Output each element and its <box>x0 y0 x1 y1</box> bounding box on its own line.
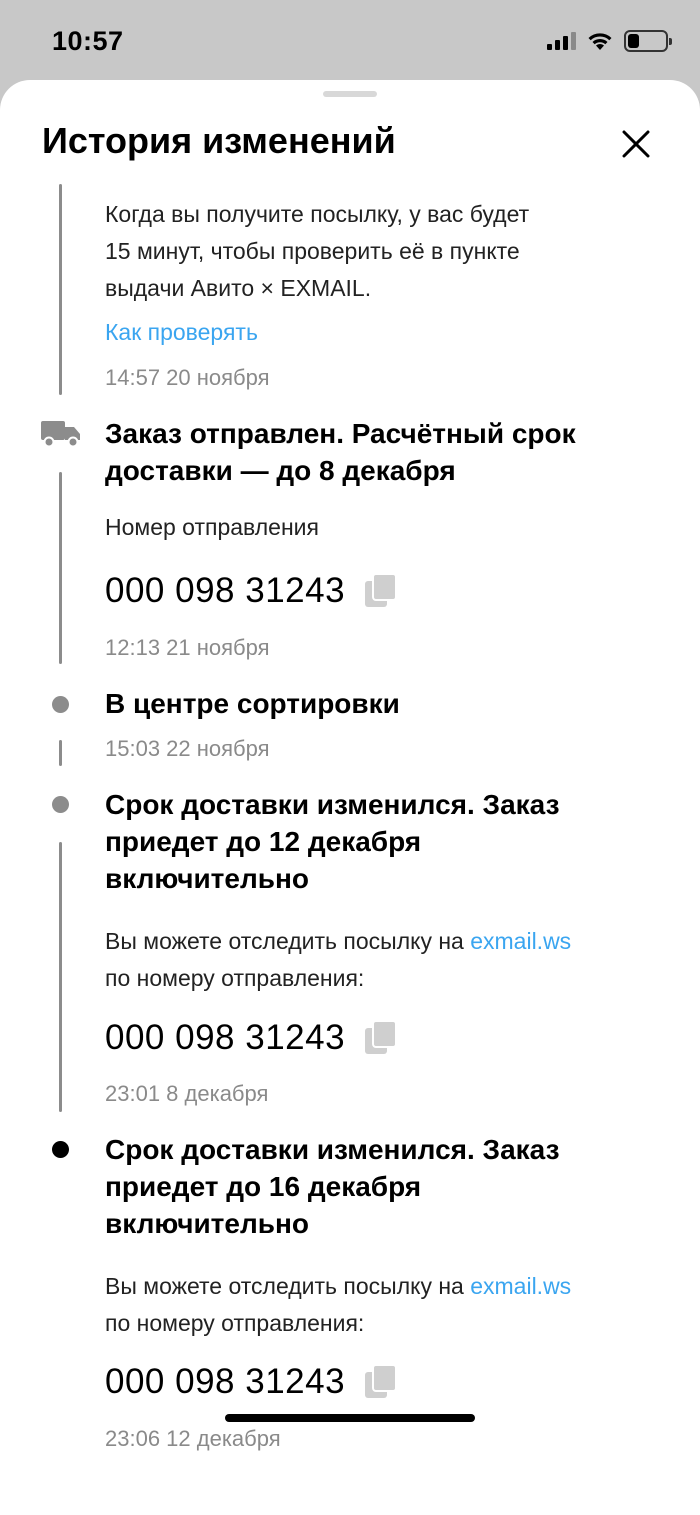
tracking-row: 000 098 31243 <box>105 1362 398 1402</box>
event-time: 23:01 8 декабря <box>105 1081 269 1106</box>
event-time: 14:57 20 ноября <box>105 365 270 390</box>
event-title: Заказ отправлен. Расчётный срок доставки… <box>105 418 576 486</box>
timeline-dot-active <box>52 1141 69 1158</box>
tracking-number: 000 098 31243 <box>105 1018 346 1057</box>
battery-icon <box>624 30 672 52</box>
home-indicator[interactable] <box>225 1414 475 1422</box>
timeline: Когда вы получите посылку, у вас будет 1… <box>0 80 700 1515</box>
timeline-rail <box>59 740 62 766</box>
copy-icon[interactable] <box>365 1365 398 1399</box>
history-sheet: История изменений Когда вы получите посы… <box>0 80 700 1515</box>
exmail-link[interactable]: exmail.ws <box>470 1273 571 1299</box>
how-to-check-link[interactable]: Как проверять <box>105 314 665 351</box>
signal-icon <box>547 32 576 50</box>
event-title: Срок доставки изменился. Заказ приедет д… <box>105 789 560 894</box>
event-time: 23:06 12 декабря <box>105 1426 281 1451</box>
tracking-row: 000 098 31243 <box>105 1018 398 1058</box>
tracking-number: 000 098 31243 <box>105 1362 346 1401</box>
copy-icon[interactable] <box>365 574 398 608</box>
truck-icon <box>41 421 80 448</box>
timeline-rail <box>59 472 62 664</box>
timeline-rail <box>59 184 62 395</box>
timeline-rail <box>59 842 62 1112</box>
exmail-link[interactable]: exmail.ws <box>470 928 571 954</box>
timeline-dot <box>52 696 69 713</box>
event-title: Срок доставки изменился. Заказ приедет д… <box>105 1134 560 1239</box>
event-title: В центре сортировки <box>105 688 400 719</box>
event-text: Вы можете отследить посылку на exmail.ws… <box>105 1273 572 1336</box>
tracking-row: 000 098 31243 <box>105 571 398 611</box>
tracking-label: Номер отправления <box>105 514 319 540</box>
status-time: 10:57 <box>52 26 124 56</box>
event-text: Когда вы получите посылку, у вас будет 1… <box>105 201 530 301</box>
wifi-icon <box>588 33 612 50</box>
status-icons <box>547 30 672 52</box>
tracking-number: 000 098 31243 <box>105 571 346 610</box>
event-time: 15:03 22 ноября <box>105 736 270 761</box>
copy-icon[interactable] <box>365 1021 398 1055</box>
status-bar: 10:57 <box>0 0 700 80</box>
event-time: 12:13 21 ноября <box>105 635 270 660</box>
event-text: Вы можете отследить посылку на exmail.ws… <box>105 928 572 991</box>
timeline-dot <box>52 796 69 813</box>
